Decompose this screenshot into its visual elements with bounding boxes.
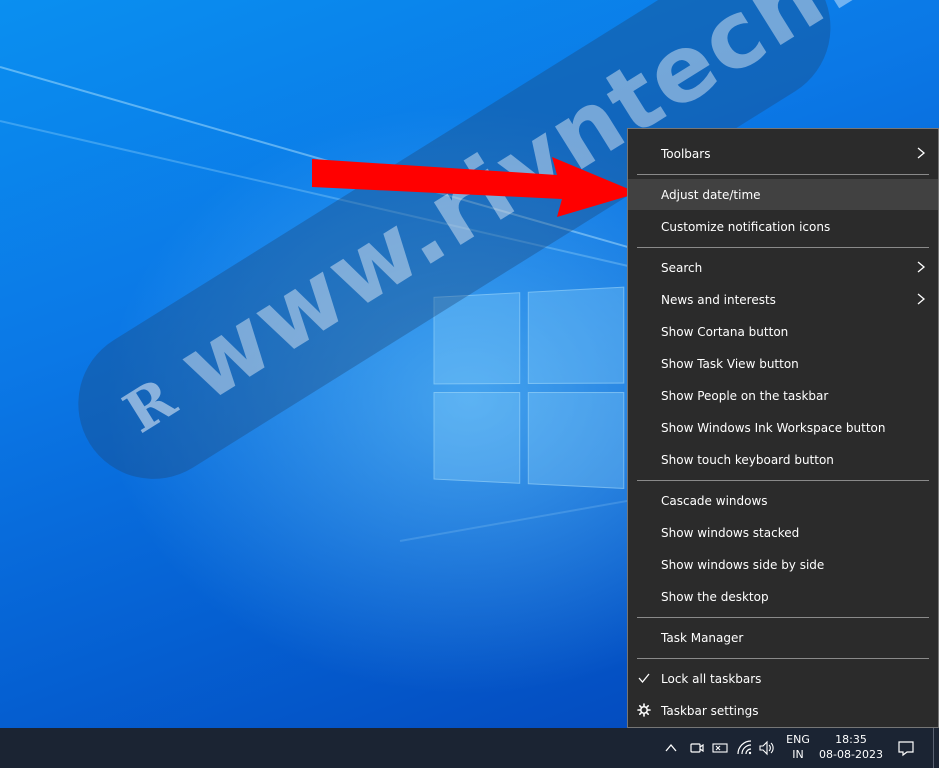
- menu-item-label: Lock all taskbars: [661, 671, 762, 686]
- menu-item-adjust-date-time[interactable]: Adjust date/time: [628, 179, 938, 210]
- menu-separator: [637, 174, 929, 175]
- gear-icon: [637, 703, 651, 717]
- menu-item-show-the-desktop[interactable]: Show the desktop: [628, 581, 938, 612]
- volume-icon[interactable]: [758, 739, 776, 757]
- red-arrow-annotation: [312, 157, 638, 217]
- menu-item-label: Show Cortana button: [661, 324, 789, 339]
- menu-item-customize-notification-icons[interactable]: Customize notification icons: [628, 211, 938, 242]
- region-code: IN: [792, 748, 804, 761]
- menu-item-show-cortana-button[interactable]: Show Cortana button: [628, 316, 938, 347]
- menu-item-news-and-interests[interactable]: News and interests: [628, 284, 938, 315]
- chevron-right-icon: [917, 261, 926, 273]
- taskbar[interactable]: ENG IN 18:35 08-08-2023: [0, 728, 939, 768]
- menu-item-task-manager[interactable]: Task Manager: [628, 622, 938, 653]
- menu-item-label: Show windows stacked: [661, 525, 800, 540]
- taskbar-clock[interactable]: 18:35 08-08-2023: [818, 732, 884, 762]
- wifi-icon[interactable]: [736, 739, 754, 757]
- chevron-right-icon: [917, 147, 926, 159]
- menu-item-label: News and interests: [661, 292, 776, 307]
- language-indicator[interactable]: ENG IN: [783, 732, 813, 762]
- menu-item-label: Show windows side by side: [661, 557, 825, 572]
- menu-item-label: Show Windows Ink Workspace button: [661, 420, 886, 435]
- menu-item-label: Customize notification icons: [661, 219, 831, 234]
- language-code: ENG: [786, 733, 810, 746]
- notification-icon[interactable]: [897, 739, 915, 757]
- menu-item-search[interactable]: Search: [628, 252, 938, 283]
- pen-icon[interactable]: [711, 739, 729, 757]
- menu-separator: [637, 617, 929, 618]
- clock-time: 18:35: [835, 733, 867, 746]
- meet-now-icon[interactable]: [688, 739, 706, 757]
- menu-item-label: Show People on the taskbar: [661, 388, 829, 403]
- menu-item-label: Search: [661, 260, 703, 275]
- windows-logo: [433, 286, 625, 498]
- menu-item-toolbars[interactable]: Toolbars: [628, 138, 938, 169]
- checkmark-icon: [638, 673, 650, 684]
- menu-item-label: Cascade windows: [661, 493, 768, 508]
- menu-item-label: Show Task View button: [661, 356, 799, 371]
- chevron-right-icon: [917, 293, 926, 305]
- menu-item-label: Task Manager: [661, 630, 744, 645]
- menu-item-label: Show touch keyboard button: [661, 452, 834, 467]
- menu-separator: [637, 247, 929, 248]
- menu-item-label: Show the desktop: [661, 589, 769, 604]
- menu-item-show-task-view-button[interactable]: Show Task View button: [628, 348, 938, 379]
- menu-item-show-people[interactable]: Show People on the taskbar: [628, 380, 938, 411]
- menu-item-label: Taskbar settings: [661, 703, 759, 718]
- menu-item-label: Toolbars: [661, 146, 711, 161]
- menu-item-cascade-windows[interactable]: Cascade windows: [628, 485, 938, 516]
- chevron-up-icon[interactable]: [662, 739, 680, 757]
- clock-date: 08-08-2023: [819, 748, 883, 761]
- watermark-logo: R: [112, 365, 188, 447]
- menu-item-show-windows-side-by-side[interactable]: Show windows side by side: [628, 549, 938, 580]
- menu-item-taskbar-settings[interactable]: Taskbar settings: [628, 695, 938, 726]
- menu-item-show-windows-stacked[interactable]: Show windows stacked: [628, 517, 938, 548]
- taskbar-context-menu: Toolbars Adjust date/time Customize noti…: [627, 128, 939, 728]
- show-desktop-button[interactable]: [933, 728, 939, 768]
- menu-item-show-windows-ink-workspace[interactable]: Show Windows Ink Workspace button: [628, 412, 938, 443]
- menu-separator: [637, 658, 929, 659]
- menu-item-lock-all-taskbars[interactable]: Lock all taskbars: [628, 663, 938, 694]
- menu-item-show-touch-keyboard[interactable]: Show touch keyboard button: [628, 444, 938, 475]
- menu-item-label: Adjust date/time: [661, 187, 761, 202]
- menu-separator: [637, 480, 929, 481]
